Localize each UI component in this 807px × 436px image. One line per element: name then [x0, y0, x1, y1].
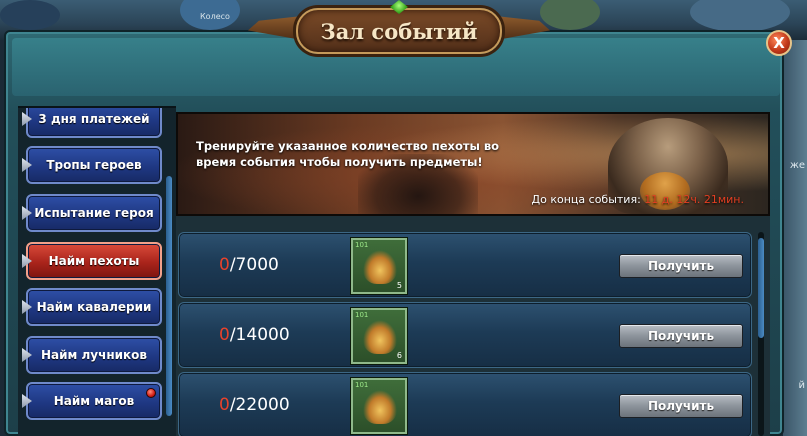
progress-target: /14000	[229, 325, 290, 345]
menu-scrollbar-thumb[interactable]	[166, 176, 172, 416]
task-row: 0/7000 101 5 Получить	[178, 232, 752, 298]
menu-item-label: Найм пехоты	[48, 254, 140, 268]
task-row: 0/14000 101 6 Получить	[178, 302, 752, 368]
task-progress: 0/7000	[219, 255, 279, 275]
arrow-icon	[22, 112, 32, 126]
tasks-scrollbar[interactable]	[758, 232, 764, 436]
scene-tree	[540, 0, 600, 30]
task-progress: 0/22000	[219, 395, 290, 415]
arrow-icon	[22, 254, 32, 268]
reward-level: 101	[355, 241, 369, 249]
reward-item[interactable]: 101	[351, 378, 407, 434]
menu-item-mage-recruit[interactable]: Найм магов	[22, 382, 162, 420]
task-row: 0/22000 101 Получить	[178, 372, 752, 436]
arrow-icon	[22, 394, 32, 408]
menu-item-label: 3 дня платежей	[38, 112, 150, 126]
notification-badge	[146, 388, 156, 398]
title-plaque: Зал событий	[296, 8, 502, 54]
claim-button[interactable]: Получить	[619, 254, 743, 278]
close-button[interactable]: X	[766, 30, 792, 56]
progress-current: 0	[219, 395, 230, 415]
window-title: Зал событий	[320, 18, 478, 44]
side-text: й	[798, 380, 806, 391]
progress-target: /7000	[229, 255, 279, 275]
menu-item-archer-recruit[interactable]: Найм лучников	[22, 336, 162, 374]
menu-item-infantry-recruit[interactable]: Найм пехоты	[22, 242, 162, 280]
reward-level: 101	[355, 381, 369, 389]
arrow-icon	[22, 206, 32, 220]
claim-button[interactable]: Получить	[619, 394, 743, 418]
menu-item-hero-paths[interactable]: Тропы героев	[22, 146, 162, 184]
wheat-icon	[363, 320, 397, 354]
progress-current: 0	[219, 325, 230, 345]
wheel-label: Колесо	[200, 12, 230, 21]
menu-item-label: Найм лучников	[40, 348, 148, 362]
menu-item-cavalry-recruit[interactable]: Найм кавалерии	[22, 288, 162, 326]
event-banner: Тренируйте указанное количество пехоты в…	[176, 112, 770, 216]
reward-count: 5	[396, 281, 402, 290]
menu-item-label: Тропы героев	[46, 158, 142, 172]
scene-building	[690, 0, 790, 32]
reward-item[interactable]: 101 5	[351, 238, 407, 294]
event-description: Тренируйте указанное количество пехоты в…	[196, 139, 500, 169]
menu-scrollbar[interactable]	[166, 176, 172, 416]
event-timer: До конца события: 11 д. 12ч. 21мин.	[532, 193, 744, 206]
menu-item-label: Найм кавалерии	[36, 300, 152, 314]
wheat-icon	[363, 390, 397, 424]
reward-count: 6	[396, 351, 402, 360]
arrow-icon	[22, 348, 32, 362]
timer-value: 11 д. 12ч. 21мин.	[644, 193, 744, 206]
progress-target: /22000	[229, 395, 290, 415]
background-scene-right	[783, 40, 807, 436]
wheat-icon	[363, 250, 397, 284]
menu-item-hero-trial[interactable]: Испытание героя	[22, 194, 162, 232]
arrow-icon	[22, 300, 32, 314]
menu-item-label: Испытание героя	[34, 206, 154, 220]
menu-item-label: Найм магов	[53, 394, 135, 408]
arrow-icon	[22, 158, 32, 172]
timer-label: До конца события:	[531, 193, 641, 206]
progress-current: 0	[219, 255, 230, 275]
tasks-scrollbar-thumb[interactable]	[758, 238, 764, 338]
menu-item-3-day-payments[interactable]: 3 дня платежей	[22, 108, 162, 138]
task-progress: 0/14000	[219, 325, 290, 345]
side-text: же	[789, 160, 805, 171]
claim-button[interactable]: Получить	[619, 324, 743, 348]
reward-level: 101	[355, 311, 369, 319]
reward-item[interactable]: 101 6	[351, 308, 407, 364]
event-menu: 3 дня платежей Тропы героев Испытание ге…	[18, 106, 176, 436]
scene-building	[0, 0, 60, 30]
